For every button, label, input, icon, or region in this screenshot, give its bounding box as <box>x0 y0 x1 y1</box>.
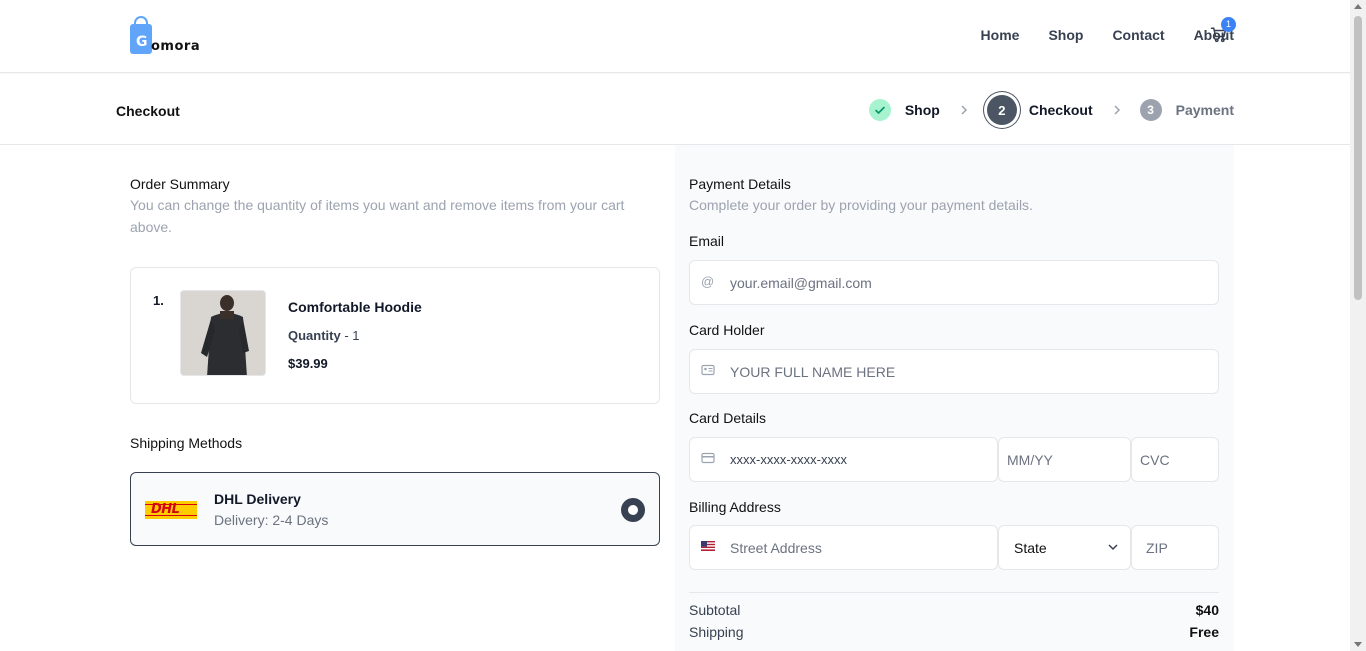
step-label: Checkout <box>1028 102 1093 118</box>
street-address-field[interactable]: Street Address <box>689 525 998 570</box>
shipping-label: Shipping <box>689 624 744 640</box>
shipping-radio[interactable] <box>621 498 645 522</box>
shipping-methods-title: Shipping Methods <box>130 435 243 451</box>
product-price: $39.99 <box>288 356 328 371</box>
logo-letter: G <box>136 34 148 50</box>
checkout-steps: Shop 2 Checkout 3 Payment <box>868 95 1234 125</box>
page-title: Checkout <box>116 103 180 119</box>
credit-card-icon <box>701 452 715 466</box>
billing-address-label: Billing Address <box>689 499 781 515</box>
quantity-value: - 1 <box>340 328 360 343</box>
scrollbar-thumb[interactable] <box>1354 16 1362 300</box>
scroll-up-arrow-icon[interactable] <box>1354 4 1362 9</box>
step-payment[interactable]: 3 Payment <box>1139 99 1234 121</box>
order-summary-title: Order Summary <box>130 176 230 192</box>
chevron-right-icon <box>1112 105 1122 115</box>
scroll-down-arrow-icon[interactable] <box>1354 642 1362 647</box>
card-number-field[interactable]: xxxx-xxxx-xxxx-xxxx <box>689 437 998 482</box>
subtotal-value: $40 <box>1195 602 1219 618</box>
nav-home[interactable]: Home <box>981 27 1020 43</box>
cart-button[interactable]: 1 <box>1210 17 1236 46</box>
card-holder-field[interactable]: YOUR FULL NAME HERE <box>689 349 1219 394</box>
chevron-right-icon <box>959 105 969 115</box>
expiry-field[interactable]: MM/YY <box>998 437 1131 482</box>
expiry-placeholder: MM/YY <box>1007 452 1053 468</box>
street-address-placeholder: Street Address <box>730 540 822 556</box>
state-value: State <box>1014 540 1047 556</box>
divider <box>689 592 1219 593</box>
shipping-description: Delivery: 2-4 Days <box>214 512 329 528</box>
at-sign-icon: @ <box>701 274 715 289</box>
nav-contact[interactable]: Contact <box>1112 27 1164 43</box>
dhl-logo: DHL <box>145 501 197 519</box>
step-number: 2 <box>986 95 1017 125</box>
subtotal-label: Subtotal <box>689 602 741 618</box>
order-summary-subtitle: You can change the quantity of items you… <box>130 197 625 235</box>
step-shop[interactable]: Shop <box>868 99 940 121</box>
nav-links: Home Shop Contact About <box>981 27 1234 43</box>
product-quantity: Quantity - 1 <box>288 328 360 343</box>
zip-placeholder: ZIP <box>1146 540 1168 556</box>
id-card-icon <box>701 364 715 378</box>
payment-details-title: Payment Details <box>689 176 791 192</box>
item-index: 1. <box>153 293 164 308</box>
card-holder-label: Card Holder <box>689 322 765 338</box>
card-number-placeholder: xxxx-xxxx-xxxx-xxxx <box>730 452 847 467</box>
page-scrollbar[interactable] <box>1350 0 1366 651</box>
cart-item-card: 1. Comfortable Hoodie Quantity - 1 $39.9… <box>130 267 660 404</box>
email-field[interactable]: @ your.email@gmail.com <box>689 260 1219 305</box>
payment-panel <box>675 145 1234 651</box>
gomora-logo[interactable]: G omora <box>130 16 220 58</box>
state-select[interactable]: State <box>998 525 1131 570</box>
card-holder-placeholder: YOUR FULL NAME HERE <box>730 364 896 380</box>
us-flag-icon <box>701 540 715 554</box>
product-image[interactable] <box>180 290 266 376</box>
card-details-label: Card Details <box>689 410 767 426</box>
check-icon <box>868 99 891 121</box>
cart-count-badge: 1 <box>1221 17 1236 32</box>
cvc-field[interactable]: CVC <box>1131 437 1219 482</box>
navbar: G omora Home Shop Contact About 1 <box>0 0 1350 73</box>
checkout-header: Checkout Shop 2 Checkout 3 Payment <box>0 74 1350 145</box>
step-checkout[interactable]: 2 Checkout <box>986 95 1093 125</box>
dhl-logo-text: DHL <box>151 502 180 517</box>
product-name: Comfortable Hoodie <box>288 299 422 315</box>
shipping-value: Free <box>1189 624 1219 640</box>
email-label: Email <box>689 233 725 249</box>
email-placeholder: your.email@gmail.com <box>730 275 872 291</box>
shipping-option-dhl[interactable]: DHL DHL Delivery Delivery: 2-4 Days <box>130 472 660 546</box>
logo-text: omora <box>151 39 201 54</box>
chevron-down-icon <box>1108 544 1118 551</box>
step-number: 3 <box>1139 99 1162 121</box>
cvc-placeholder: CVC <box>1140 452 1170 468</box>
step-label: Payment <box>1175 102 1234 118</box>
step-label: Shop <box>904 102 940 118</box>
payment-details-subtitle: Complete your order by providing your pa… <box>689 197 1033 213</box>
zip-field[interactable]: ZIP <box>1131 525 1219 570</box>
quantity-label: Quantity <box>288 328 341 343</box>
nav-shop[interactable]: Shop <box>1048 27 1083 43</box>
shipping-name: DHL Delivery <box>214 491 301 507</box>
